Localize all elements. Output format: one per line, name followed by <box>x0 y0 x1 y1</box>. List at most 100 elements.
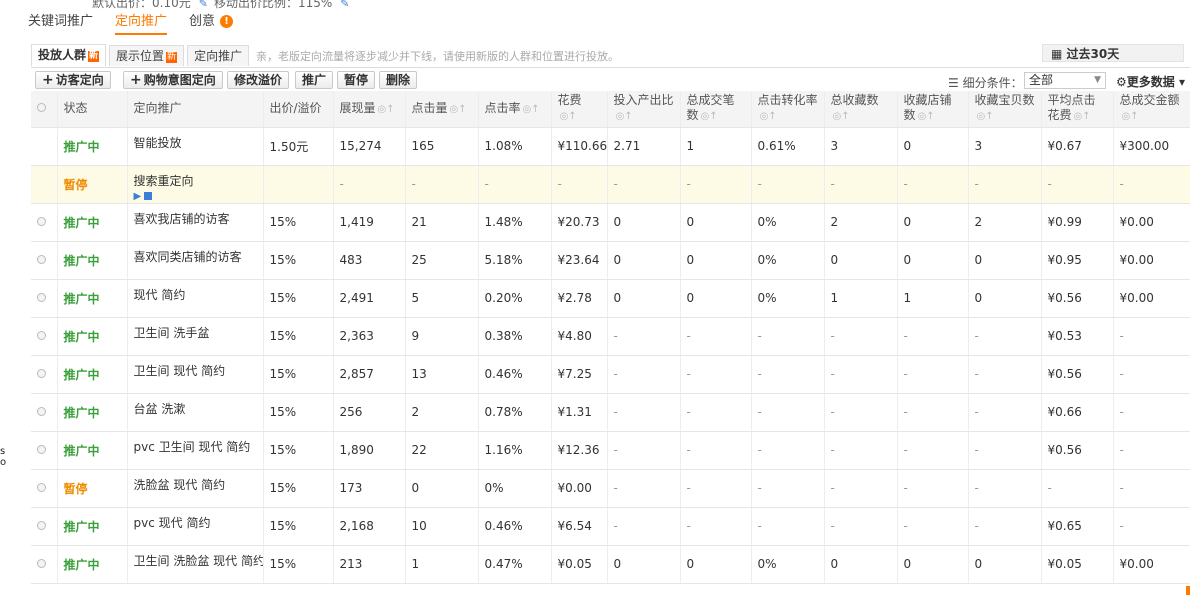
sort-icon[interactable]: ◎↑ <box>833 111 850 122</box>
row-name[interactable]: 卫生间 现代 简约 <box>134 362 257 379</box>
table-row[interactable]: 推广中 卫生间 洗手盆 15% 2,363 9 0.38% ¥4.80- - - - - - ¥0.53… <box>31 317 1190 356</box>
row-name[interactable]: 台盆 洗漱 <box>134 400 257 417</box>
col-clicks[interactable]: 点击量 ◎↑ <box>405 91 479 128</box>
sort-icon[interactable]: ◎↑ <box>616 111 633 122</box>
row-name[interactable]: pvc 卫生间 现代 简约 <box>134 438 257 455</box>
col-shop-favorites[interactable]: 收藏店铺数 ◎↑ <box>897 91 969 128</box>
notice-text: 亲，老版定向流量将逐步减少并下线，请使用新版的人群和位置进行投放。 <box>256 50 619 63</box>
sort-icon[interactable]: ◎↑ <box>760 111 777 122</box>
row-checkbox[interactable] <box>37 293 46 302</box>
play-icon[interactable]: ▶ <box>134 191 142 202</box>
more-data-button[interactable]: ⚙更多数据 ▾ <box>1116 73 1185 90</box>
row-checkbox[interactable] <box>37 331 46 340</box>
row-checkbox[interactable] <box>37 217 46 226</box>
sort-icon[interactable]: ◎↑ <box>1122 111 1139 122</box>
row-select-cell[interactable] <box>31 279 58 318</box>
row-select-cell[interactable] <box>31 355 58 394</box>
row-select-cell[interactable] <box>31 393 58 432</box>
purchase-intent-button[interactable]: + 购物意图定向 <box>123 71 223 89</box>
col-cvr[interactable]: 点击转化率 ◎↑ <box>751 91 825 128</box>
subtab-placement[interactable]: 展示位置新 <box>109 45 185 66</box>
row-name[interactable]: 卫生间 洗脸盆 现代 简约 <box>134 552 263 569</box>
row-select-cell[interactable] <box>31 165 58 204</box>
row-checkbox[interactable] <box>37 369 46 378</box>
table-row[interactable]: 推广中 台盆 洗漱 15% 256 2 0.78% ¥1.31- - - - - - ¥0.66- <box>31 393 1190 432</box>
delete-button[interactable]: 删除 <box>379 71 418 89</box>
sort-icon[interactable]: ◎↑ <box>450 104 467 115</box>
row-name[interactable]: 卫生间 洗手盆 <box>134 324 257 341</box>
row-select-cell[interactable] <box>31 545 58 584</box>
row-select-cell[interactable] <box>31 317 58 356</box>
copy-icon[interactable] <box>144 191 153 200</box>
edit-ratio-icon[interactable]: ✎ <box>340 0 349 10</box>
row-metric: 1.08% <box>478 127 552 166</box>
row-name[interactable]: 喜欢同类店铺的访客 <box>134 248 257 265</box>
scrollbar-thumb[interactable] <box>1186 586 1190 595</box>
row-select-cell[interactable] <box>31 431 58 470</box>
subtab-audience[interactable]: 投放人群新 <box>31 44 107 66</box>
row-name[interactable]: 洗脸盆 现代 简约 <box>134 476 257 493</box>
visitor-targeting-button[interactable]: + 访客定向 <box>35 71 111 89</box>
row-checkbox[interactable] <box>37 483 46 492</box>
table-row[interactable]: 推广中 pvc 现代 简约 15% 2,168 10 0.46% ¥6.54- - - - - - ¥0… <box>31 507 1190 546</box>
col-avg-cpc[interactable]: 平均点击花费 ◎↑ <box>1041 91 1114 128</box>
row-name[interactable]: pvc 现代 简约 <box>134 514 257 531</box>
col-favorites[interactable]: 总收藏数 ◎↑ <box>824 91 898 128</box>
edit-premium-button[interactable]: 修改溢价 <box>227 71 290 89</box>
tab-targeted-promotion[interactable]: 定向推广 <box>115 13 168 35</box>
edit-bid-icon[interactable]: ✎ <box>199 0 208 10</box>
table-row[interactable]: 暂停 搜索重定向 ▶ - - - - - - - - - - - - <box>31 165 1190 204</box>
table-row[interactable]: 暂停 洗脸盆 现代 简约 15% 173 0 0% ¥0.00- - - - - - - - <box>31 469 1190 508</box>
row-checkbox[interactable] <box>37 445 46 454</box>
table-row[interactable]: 推广中 喜欢我店铺的访客 15% 1,419 21 1.48% ¥20.73 0 0 0% 2 0 2 ¥… <box>31 203 1190 242</box>
table-row[interactable]: 推广中 智能投放 1.50元 15,274 165 1.08% ¥110.66 2.71 1 0.… <box>31 127 1190 166</box>
col-gmv[interactable]: 总成交金额 ◎↑ <box>1113 91 1190 128</box>
sort-icon[interactable]: ◎↑ <box>1074 111 1091 122</box>
col-item-favorites[interactable]: 收藏宝贝数 ◎↑ <box>968 91 1042 128</box>
row-name-cell: pvc 卫生间 现代 简约 <box>127 431 264 470</box>
row-checkbox[interactable] <box>37 521 46 530</box>
row-select-cell[interactable] <box>31 469 58 508</box>
period-selector[interactable]: ▦ 过去30天 <box>1042 44 1184 62</box>
table-row[interactable]: 推广中 卫生间 洗脸盆 现代 简约 15% 213 1 0.47% ¥0.05 0 0 0% 0 0 0… <box>31 545 1190 584</box>
sort-icon[interactable]: ◎↑ <box>378 104 395 115</box>
row-select-cell[interactable] <box>31 507 58 546</box>
col-ctr[interactable]: 点击率 ◎↑ <box>478 91 552 128</box>
table-row[interactable]: 推广中 卫生间 现代 简约 15% 2,857 13 0.46% ¥7.25- - - - - - ¥0… <box>31 355 1190 394</box>
sort-icon[interactable]: ◎↑ <box>918 111 935 122</box>
promote-button[interactable]: 推广 <box>295 71 334 89</box>
sort-icon[interactable]: ◎↑ <box>560 111 577 122</box>
more-data-label: 更多数据 <box>1126 75 1175 89</box>
row-select-cell[interactable] <box>31 127 58 166</box>
row-select-cell[interactable] <box>31 241 58 280</box>
table-row[interactable]: 推广中 现代 简约 15% 2,491 5 0.20% ¥2.78 0 0 0% 1 1 0 ¥0.56 ¥… <box>31 279 1190 318</box>
row-metric: 15% <box>263 203 334 242</box>
row-name[interactable]: 现代 简约 <box>134 286 257 303</box>
row-checkbox[interactable] <box>37 255 46 264</box>
select-all-checkbox[interactable] <box>37 103 46 113</box>
table-row[interactable]: 推广中 pvc 卫生间 现代 简约 15% 1,890 22 1.16% ¥12.36- - -… <box>31 431 1190 470</box>
sort-icon[interactable]: ◎↑ <box>701 111 718 122</box>
filter-select[interactable]: 全部 ▼ <box>1024 72 1106 89</box>
tab-creative[interactable]: 创意! <box>189 13 234 33</box>
col-cost[interactable]: 花费 ◎↑ <box>551 91 608 128</box>
row-metric: - <box>1113 431 1190 470</box>
row-select-cell[interactable] <box>31 203 58 242</box>
col-impressions[interactable]: 展现量 ◎↑ <box>333 91 406 128</box>
tab-creative-label: 创意 <box>189 14 216 29</box>
select-all-cell[interactable] <box>31 91 58 128</box>
sort-icon[interactable]: ◎↑ <box>977 111 994 122</box>
table-row[interactable]: 推广中 喜欢同类店铺的访客 15% 483 25 5.18% ¥23.64 0 0 0% 0 0 0 ¥0… <box>31 241 1190 280</box>
row-name[interactable]: 搜索重定向 <box>134 172 257 189</box>
col-orders[interactable]: 总成交笔数 ◎↑ <box>680 91 752 128</box>
left-edge-text: s o <box>0 446 6 468</box>
col-roi[interactable]: 投入产出比 ◎↑ <box>607 91 681 128</box>
row-checkbox[interactable] <box>37 407 46 416</box>
sort-icon[interactable]: ◎↑ <box>523 104 540 115</box>
row-name[interactable]: 喜欢我店铺的访客 <box>134 210 257 227</box>
pause-button[interactable]: 暂停 <box>337 71 376 89</box>
subtab-targeting[interactable]: 定向推广 <box>187 45 250 66</box>
row-checkbox[interactable] <box>37 559 46 568</box>
row-name[interactable]: 智能投放 <box>134 134 257 151</box>
tab-keyword-promotion[interactable]: 关键词推广 <box>28 13 93 33</box>
